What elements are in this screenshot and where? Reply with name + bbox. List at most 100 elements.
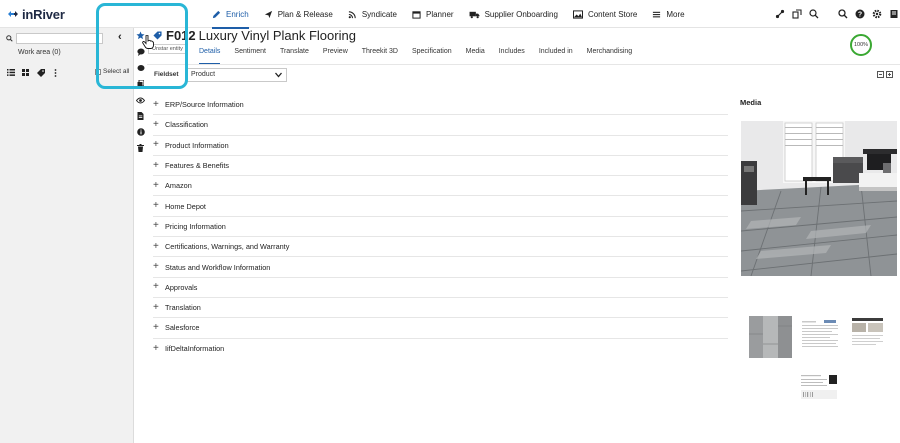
eye-icon[interactable]	[134, 92, 147, 108]
search-input[interactable]	[16, 33, 103, 44]
entity-name: Luxury Vinyl Plank Flooring	[198, 28, 356, 43]
tool-icons	[774, 8, 825, 20]
svg-text:?: ?	[857, 12, 861, 19]
nav-content-store[interactable]: Content Store	[572, 0, 638, 28]
media-thumbnail-spec-sheet[interactable]	[800, 318, 840, 354]
tab-preview[interactable]: Preview	[323, 48, 348, 61]
list-view-icon[interactable]	[6, 68, 15, 77]
media-thumbnail-brochure[interactable]	[850, 316, 885, 354]
tab-merchandising[interactable]: Merchandising	[587, 48, 633, 61]
pencil-icon	[212, 10, 221, 18]
work-area-label: Work area (0)	[18, 49, 61, 56]
sync-icon[interactable]	[791, 9, 802, 20]
section-label: Translation	[165, 303, 201, 313]
nav-plan-release[interactable]: Plan & Release	[264, 0, 333, 28]
section-salesforce[interactable]: + Salesforce	[153, 318, 728, 339]
logo-text: inRiver	[22, 6, 65, 22]
logo-icon	[7, 8, 19, 20]
nav-label: Syndicate	[361, 9, 397, 19]
section-label: Product Information	[165, 140, 229, 150]
section-status-workflow[interactable]: + Status and Workflow Information	[153, 257, 728, 278]
trash-icon[interactable]	[134, 140, 147, 156]
plus-icon: +	[153, 118, 159, 130]
plus-icon: +	[153, 240, 159, 252]
section-label: IifDeltaInformation	[165, 344, 225, 354]
section-label: Home Depot	[165, 201, 206, 211]
section-product-information[interactable]: + Product Information	[153, 136, 728, 156]
tab-specification[interactable]: Specification	[412, 48, 452, 61]
nav-syndicate[interactable]: Syndicate	[348, 0, 397, 28]
section-amazon[interactable]: + Amazon	[153, 176, 728, 197]
help-icon[interactable]: ?	[854, 9, 865, 20]
section-label: Approvals	[165, 282, 198, 292]
section-approvals[interactable]: + Approvals	[153, 278, 728, 298]
work-area-search	[6, 33, 103, 44]
section-label: ERP/Source Information	[165, 100, 244, 110]
nav-label: Enrich	[226, 9, 249, 19]
nav-supplier-onboarding[interactable]: Supplier Onboarding	[469, 0, 558, 28]
nav-label: More	[666, 9, 685, 19]
tag-tool-icon[interactable]	[36, 68, 45, 77]
book-icon[interactable]	[888, 9, 899, 20]
media-thumbnail-label[interactable]	[799, 372, 839, 402]
paper-plane-icon	[264, 10, 272, 18]
chevron-down-icon	[275, 72, 282, 78]
nav-planner[interactable]: Planner	[412, 0, 454, 28]
expand-all-icon[interactable]	[886, 71, 893, 78]
plus-icon: +	[153, 179, 159, 191]
fieldset-value: Product	[191, 71, 216, 78]
plus-icon: +	[153, 261, 159, 273]
nav-label: Content Store	[587, 9, 638, 19]
grid-view-icon[interactable]	[21, 68, 30, 77]
media-main-image[interactable]	[741, 121, 897, 276]
tab-media[interactable]: Media	[466, 48, 485, 61]
tab-included-in[interactable]: Included in	[539, 48, 573, 61]
gear-icon[interactable]	[871, 9, 882, 20]
section-label: Amazon	[165, 181, 192, 191]
zoom-icon[interactable]	[808, 9, 819, 20]
tabs-divider	[147, 64, 900, 65]
tab-includes[interactable]: Includes	[499, 48, 525, 61]
tab-translate[interactable]: Translate	[280, 48, 309, 61]
entity-tabs: Details Sentiment Translate Preview Thre…	[199, 48, 646, 65]
plus-icon: +	[153, 281, 159, 293]
search-icon	[6, 35, 13, 42]
field-sections: + ERP/Source Information + Classification …	[153, 95, 728, 359]
tab-threekit-3d[interactable]: Threekit 3D	[362, 48, 398, 61]
nav-enrich[interactable]: Enrich	[212, 0, 249, 29]
media-heading: Media	[740, 98, 762, 107]
section-label: Features & Benefits	[165, 161, 230, 171]
search-icon[interactable]	[837, 9, 848, 20]
info-icon[interactable]	[134, 124, 147, 140]
more-vertical-icon[interactable]	[51, 68, 60, 77]
plus-icon: +	[153, 321, 159, 333]
nav-label: Supplier Onboarding	[484, 9, 558, 19]
calendar-icon	[412, 10, 421, 19]
truck-icon	[469, 11, 480, 18]
section-translation[interactable]: + Translation	[153, 298, 728, 319]
section-label: Certifications, Warnings, and Warranty	[165, 242, 290, 252]
plus-icon: +	[153, 159, 159, 171]
document-icon[interactable]	[134, 108, 147, 124]
completeness-badge[interactable]: 100%	[850, 34, 872, 56]
section-home-depot[interactable]: + Home Depot	[153, 196, 728, 217]
fieldset-select[interactable]: Product	[186, 68, 287, 82]
section-classification[interactable]: + Classification	[153, 115, 728, 136]
plus-icon: +	[153, 220, 159, 232]
menu-icon	[653, 11, 661, 17]
section-label: Pricing Information	[165, 221, 226, 231]
section-erp-source-information[interactable]: + ERP/Source Information	[153, 95, 728, 116]
nav-label: Planner	[425, 9, 454, 19]
share-icon[interactable]	[774, 9, 785, 20]
tab-sentiment[interactable]: Sentiment	[234, 48, 266, 61]
tab-details[interactable]: Details	[199, 48, 221, 65]
app-logo[interactable]: inRiver	[7, 6, 65, 22]
section-features-benefits[interactable]: + Features & Benefits	[153, 156, 728, 177]
section-iif-delta-information[interactable]: + IifDeltaInformation	[153, 339, 728, 359]
section-certifications[interactable]: + Certifications, Warnings, and Warranty	[153, 237, 728, 258]
collapse-all-icon[interactable]	[877, 71, 884, 78]
media-thumbnail-floor[interactable]	[749, 316, 792, 358]
plus-icon: +	[153, 200, 159, 212]
nav-more[interactable]: More	[652, 0, 685, 28]
section-pricing-information[interactable]: + Pricing Information	[153, 217, 728, 238]
